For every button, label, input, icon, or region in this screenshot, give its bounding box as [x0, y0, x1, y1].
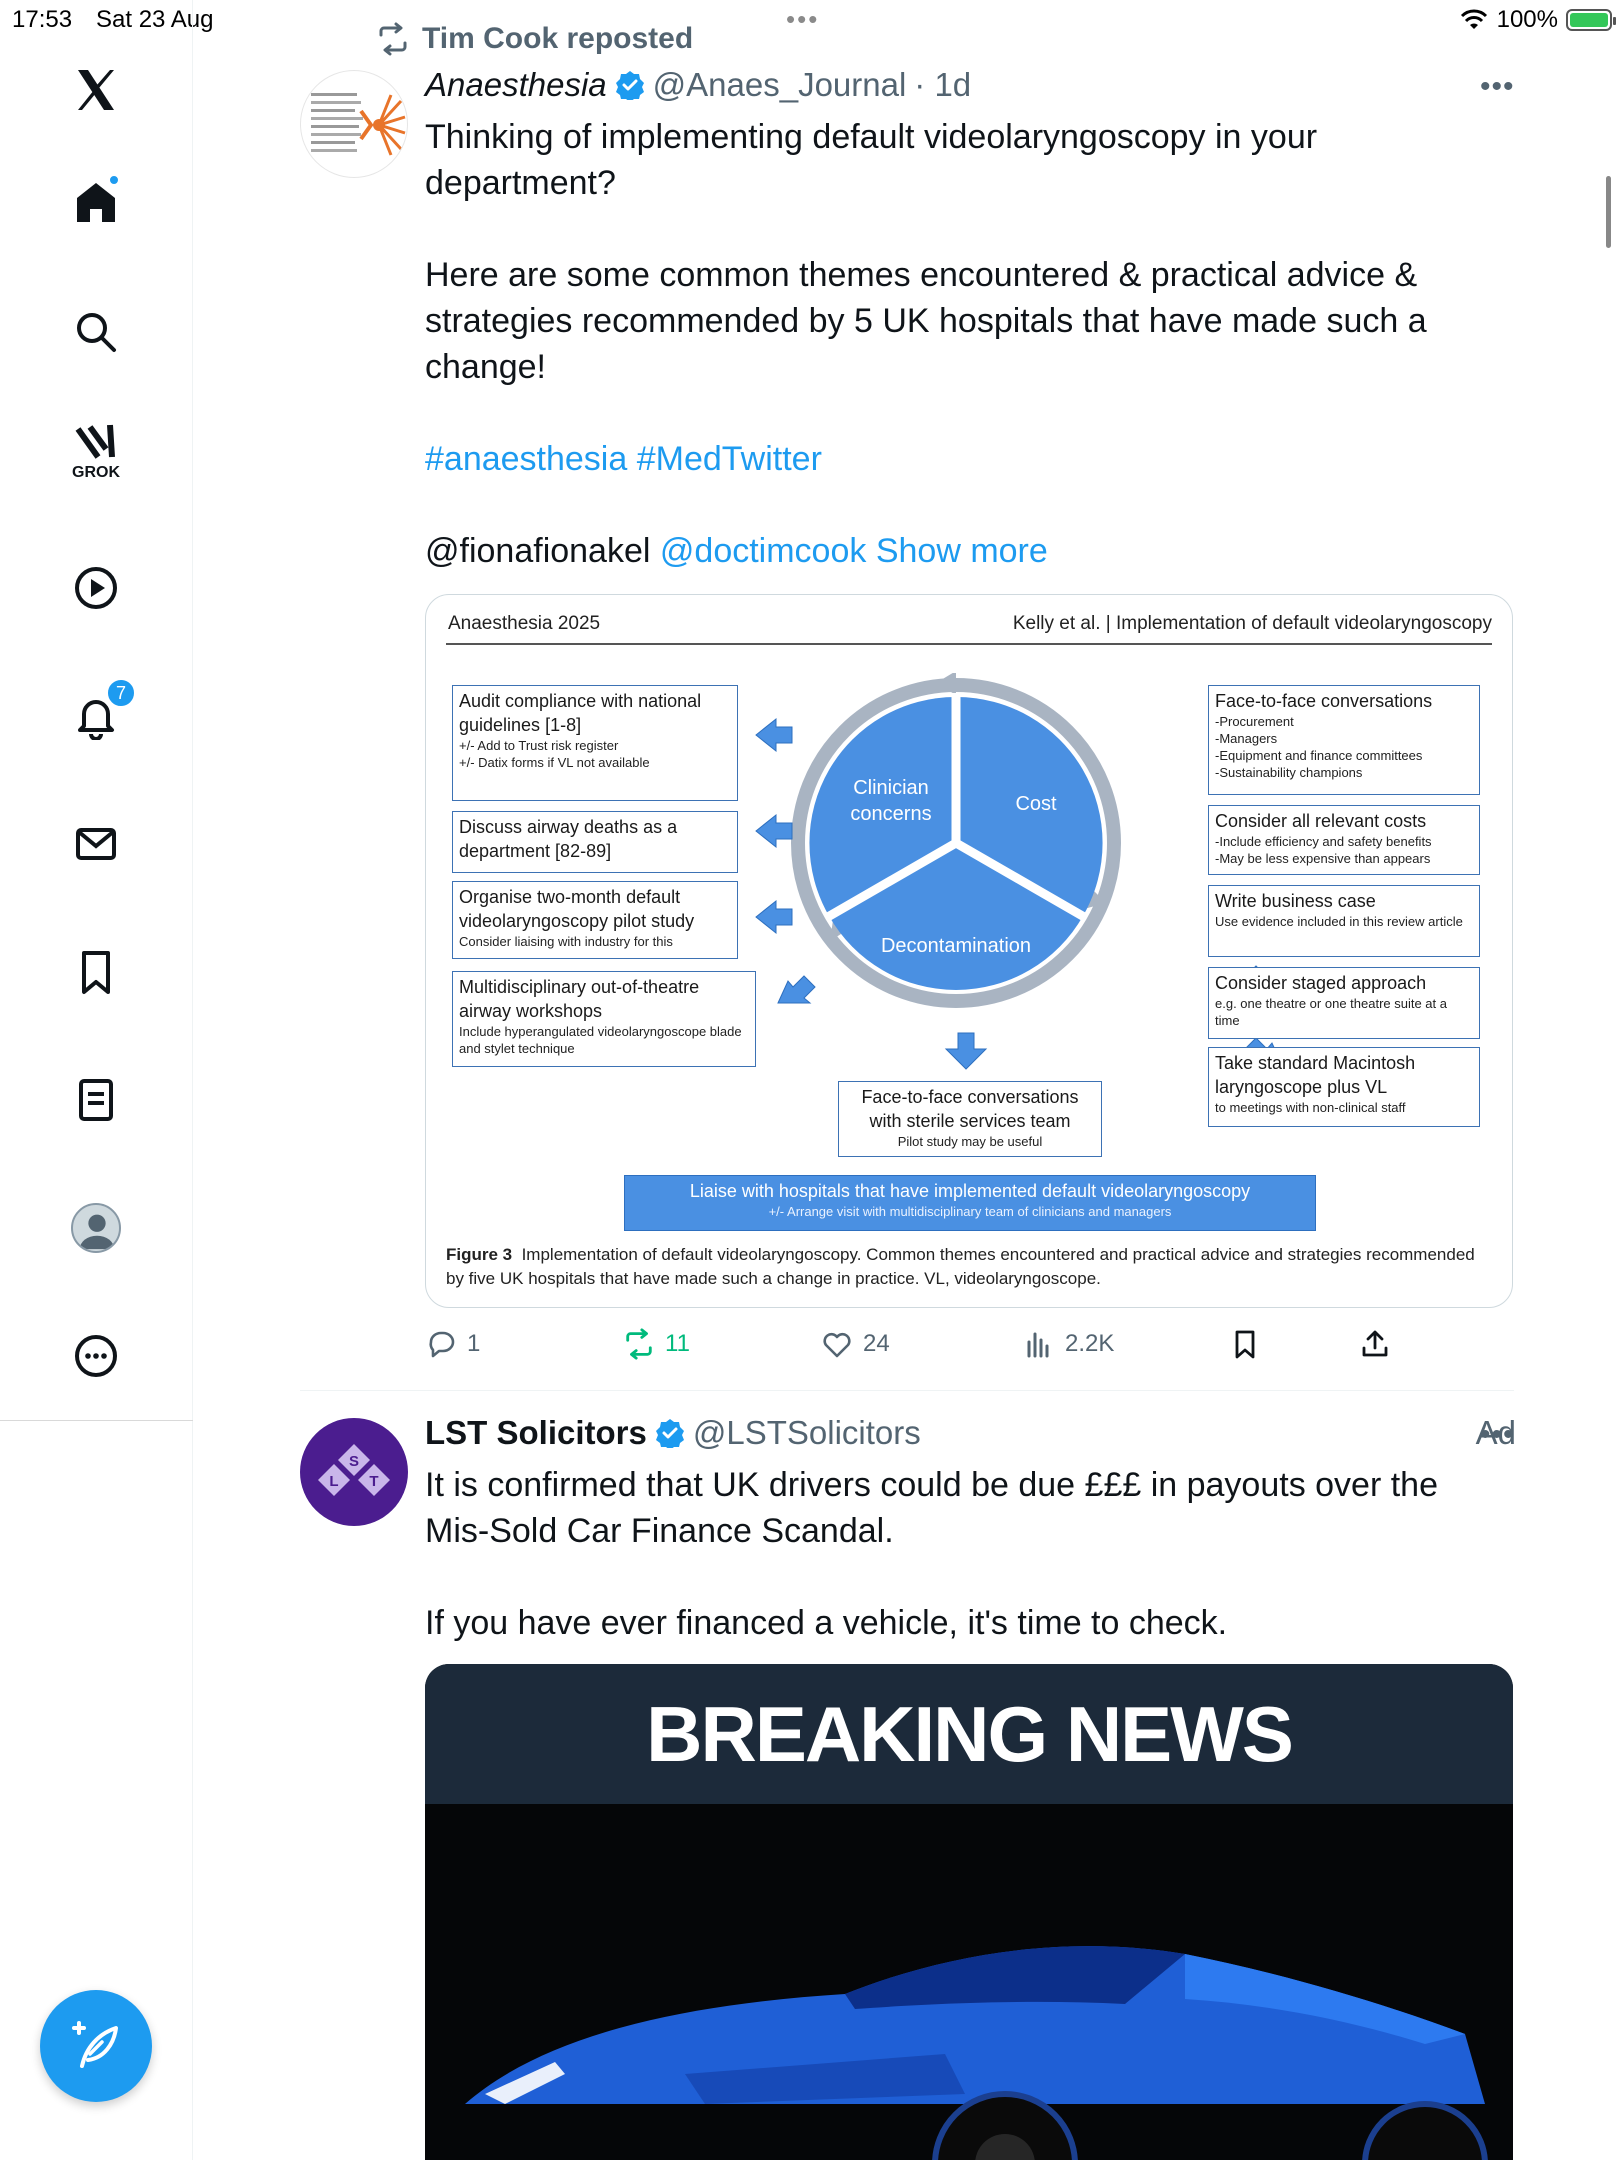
notifications-bell-icon[interactable]: 7	[66, 678, 136, 746]
bookmarks-icon[interactable]	[66, 942, 126, 1002]
ad-tweet-header: LST Solicitors @LSTSolicitors	[425, 1414, 921, 1452]
profile-avatar[interactable]	[66, 1198, 126, 1258]
tweet-time[interactable]: · 1d	[914, 66, 971, 104]
ad-tweet-body: It is confirmed that UK drivers could be…	[425, 1462, 1505, 1646]
mention-link[interactable]: @doctimcook	[660, 532, 866, 570]
tweet-hashtags[interactable]: #anaesthesia #MedTwitter	[425, 436, 1505, 482]
bookmark-icon	[1235, 1330, 1255, 1359]
repost-icon	[379, 22, 407, 56]
compose-post-button[interactable]	[40, 1990, 152, 2102]
home-notification-dot	[108, 174, 120, 186]
anaesthesia-avatar[interactable]	[300, 70, 408, 178]
box-airway-workshops: Multidisciplinary out-of-theatre airway …	[452, 971, 756, 1067]
views-bar-chart-icon	[1027, 1332, 1049, 1358]
timeline-feed: Tim Cook reposted Anaesthesia @Anaes_Jou…	[194, 0, 1620, 2160]
ad-more-icon[interactable]: •••	[1480, 1418, 1515, 1452]
tweet-text-line2: Here are some common themes encountered …	[425, 256, 1427, 386]
compose-feather-icon	[72, 2021, 118, 2068]
repost-action-icon	[626, 1328, 652, 1360]
box-relevant-costs: Consider all relevant costs -Include eff…	[1208, 805, 1480, 875]
repost-indicator[interactable]: Tim Cook reposted	[376, 22, 693, 56]
figure-image-card[interactable]: Anaesthesia 2025 Kelly et al. | Implemen…	[425, 594, 1513, 1308]
grok-icon[interactable]: GROK	[66, 422, 126, 482]
ad-author-handle[interactable]: @LSTSolicitors	[693, 1414, 921, 1452]
search-icon[interactable]	[66, 302, 126, 362]
verified-badge-icon	[655, 1419, 684, 1448]
tweet-more-icon[interactable]: •••	[1480, 70, 1515, 104]
lst-avatar[interactable]: S L T	[300, 1418, 408, 1526]
box-liaise-hospitals: Liaise with hospitals that have implemen…	[624, 1175, 1316, 1231]
notifications-badge: 7	[106, 678, 136, 708]
box-staged-approach: Consider staged approach e.g. one theatr…	[1208, 967, 1480, 1039]
box-audit-compliance: Audit compliance with national guideline…	[452, 685, 738, 801]
figure-caption: Figure 3 Implementation of default video…	[446, 1243, 1492, 1291]
box-macintosh: Take standard Macintosh laryngoscope plu…	[1208, 1047, 1480, 1127]
home-icon[interactable]	[66, 172, 126, 232]
tweet-mentions: @fionafionakel @doctimcook Show more	[425, 528, 1505, 574]
lst-avatar-l: L	[329, 1473, 338, 1490]
ad-text-line1: It is confirmed that UK drivers could be…	[425, 1466, 1438, 1550]
sidebar-divider	[0, 1420, 193, 1421]
lst-avatar-t: T	[369, 1473, 378, 1490]
reply-icon	[429, 1331, 455, 1358]
figure-caption-text: Implementation of default videolaryngosc…	[446, 1245, 1475, 1288]
ad-text-line2: If you have ever financed a vehicle, it'…	[425, 1604, 1228, 1642]
tweet-body: Thinking of implementing default videola…	[425, 114, 1505, 574]
blue-sports-car-image	[425, 1804, 1513, 2160]
repost-label: Tim Cook reposted	[422, 22, 694, 55]
more-options-icon[interactable]	[66, 1326, 126, 1386]
share-icon	[1362, 1330, 1388, 1357]
ad-media-card[interactable]: BREAKING NEWS	[425, 1664, 1513, 2160]
author-handle[interactable]: @Anaes_Journal	[653, 66, 907, 104]
bookmark-button[interactable]	[1229, 1328, 1261, 1360]
repost-count: 11	[665, 1330, 690, 1357]
lst-avatar-s: S	[349, 1453, 359, 1470]
lists-icon[interactable]	[66, 1070, 126, 1130]
author-name[interactable]: Anaesthesia	[425, 66, 607, 104]
scrollbar-thumb[interactable]	[1606, 176, 1611, 248]
box-sterile-services: Face-to-face conversations with sterile …	[838, 1081, 1102, 1157]
views-count: 2.2K	[1065, 1330, 1115, 1357]
views-button[interactable]: 2.2K	[1023, 1328, 1114, 1360]
box-pilot-study: Organise two-month default videolaryngos…	[452, 881, 738, 959]
mention-plain[interactable]: @fionafionakel	[425, 532, 650, 570]
box-face-to-face: Face-to-face conversations -Procurement …	[1208, 685, 1480, 795]
ad-author-name[interactable]: LST Solicitors	[425, 1414, 647, 1452]
tweet-text-line1: Thinking of implementing default videola…	[425, 118, 1318, 202]
tweet-separator	[300, 1390, 1514, 1391]
show-more-link[interactable]: Show more	[876, 532, 1048, 570]
figure-caption-label: Figure 3	[446, 1245, 513, 1264]
x-logo-icon[interactable]	[66, 60, 126, 120]
repost-button[interactable]: 11	[623, 1328, 690, 1360]
tweet-header: Anaesthesia @Anaes_Journal · 1d	[425, 66, 971, 104]
reply-button[interactable]: 1	[425, 1328, 480, 1360]
breaking-news-headline: BREAKING NEWS	[646, 1689, 1294, 1778]
reply-count: 1	[467, 1330, 481, 1357]
like-count: 24	[863, 1330, 890, 1357]
tweet-actions: 1 11 24 2.2K	[425, 1328, 1425, 1368]
video-icon[interactable]	[66, 558, 126, 618]
grok-label: GROK	[72, 464, 120, 481]
messages-envelope-icon[interactable]	[66, 814, 126, 874]
share-button[interactable]	[1359, 1328, 1391, 1360]
sidebar: GROK 7	[0, 0, 193, 2160]
like-button[interactable]: 24	[821, 1328, 890, 1360]
breaking-news-banner: BREAKING NEWS	[425, 1664, 1513, 1804]
box-airway-deaths: Discuss airway deaths as a department [8…	[452, 811, 738, 873]
verified-badge-icon	[615, 71, 644, 100]
box-business-case: Write business case Use evidence include…	[1208, 885, 1480, 957]
heart-icon	[823, 1332, 851, 1358]
